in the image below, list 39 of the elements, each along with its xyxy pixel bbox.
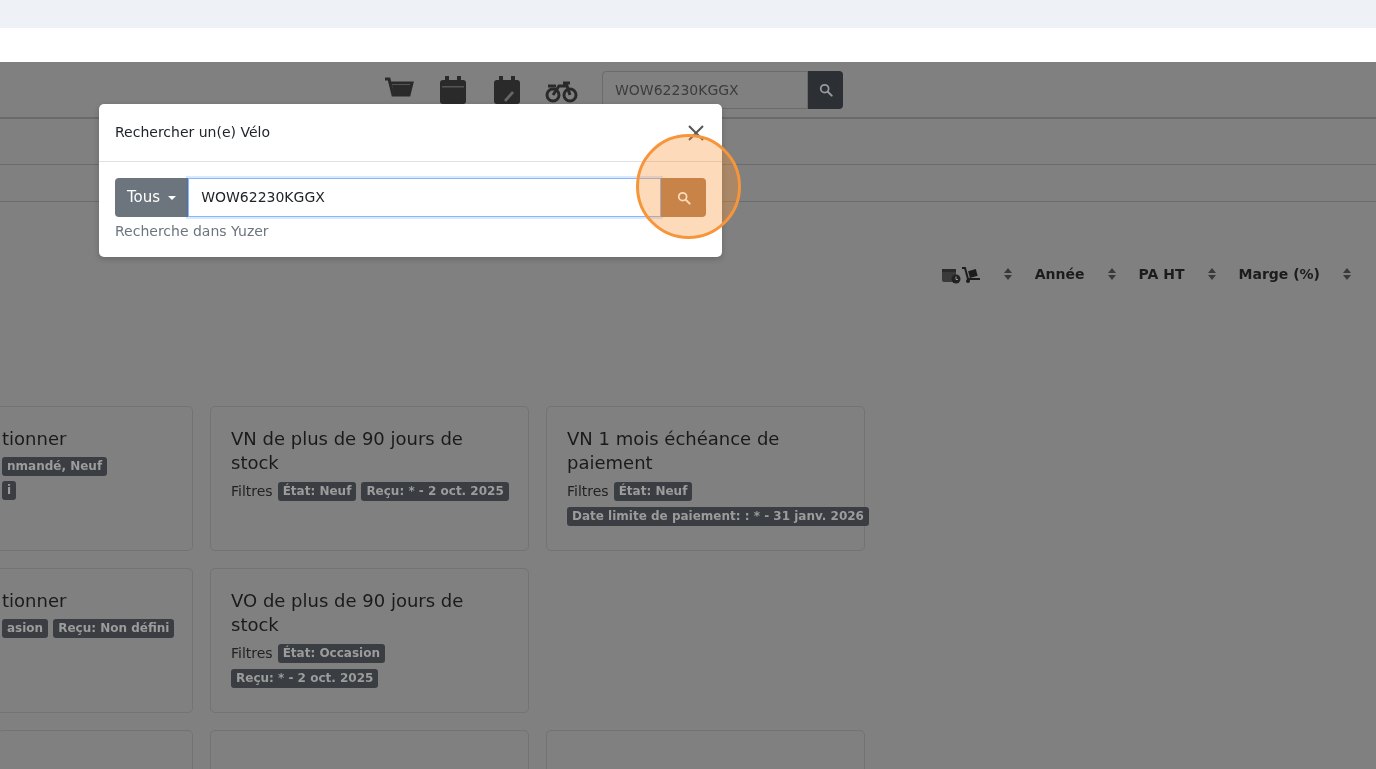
filters-label: Filtres xyxy=(231,644,273,663)
search-icon xyxy=(676,190,691,205)
filter-card[interactable]: tionner nmandé, Neuf i xyxy=(0,406,193,551)
search-button[interactable] xyxy=(661,178,706,217)
sort-icon[interactable] xyxy=(1106,266,1117,282)
column-header[interactable]: Marge (%) xyxy=(1238,263,1320,285)
filter-tag: Reçu: Non défini xyxy=(53,619,175,638)
card-title: tionner xyxy=(2,427,68,451)
sort-icon[interactable] xyxy=(1206,266,1217,282)
filter-tag: Reçu: * - 2 oct. 2025 xyxy=(231,669,379,688)
search-field[interactable]: WOW62230KGGX xyxy=(602,70,808,109)
sort-icon[interactable] xyxy=(1002,266,1013,282)
card-title: tionner xyxy=(2,589,68,613)
filter-card[interactable]: VN de plus de 90 jours de stock Filtres État: Neuf Reçu: * - 2 oct. 2025 xyxy=(210,406,529,551)
filter-tag: nmandé, Neuf xyxy=(2,457,108,476)
filter-card[interactable]: VO de plus de 90 jours de stock Filtres État: Occasion Reçu: * - 2 oct. 2025 xyxy=(210,568,529,713)
card-title: VN de plus de 90 jours de stock xyxy=(231,427,464,475)
filter-tag: État: Neuf xyxy=(277,482,357,501)
search-input[interactable]: WOW62230KGGX xyxy=(188,178,661,217)
filter-tag: asion xyxy=(2,619,49,638)
search-button[interactable] xyxy=(808,70,843,109)
filters-label: Filtres xyxy=(567,482,609,501)
card-title: VN 1 mois échéance de paiement xyxy=(567,427,781,475)
filter-tag: Reçu: * - 2 oct. 2025 xyxy=(361,482,509,501)
filter-card[interactable]: tionner asion Reçu: Non défini xyxy=(0,568,193,713)
filter-tag: État: Neuf xyxy=(613,482,693,501)
hint-text: Recherche dans Yuzer xyxy=(115,222,270,241)
card-title: VO de plus de 90 jours de stock xyxy=(231,589,465,637)
column-header[interactable]: Année xyxy=(1034,263,1085,285)
column-header[interactable]: PA HT xyxy=(1138,263,1185,285)
scope-dropdown[interactable]: Tous xyxy=(115,178,189,217)
filter-tag: Date limite de paiement: : * - 31 janv. 2026 xyxy=(567,507,869,526)
close-button[interactable] xyxy=(686,122,706,143)
filter-tag: i xyxy=(2,481,17,500)
filters-label: Filtres xyxy=(231,482,273,501)
dialog-title: Rechercher un(e) Vélo xyxy=(115,123,271,142)
filter-tag: État: Occasion xyxy=(277,644,385,663)
sort-icon[interactable] xyxy=(1342,266,1352,282)
search-icon xyxy=(818,82,833,97)
